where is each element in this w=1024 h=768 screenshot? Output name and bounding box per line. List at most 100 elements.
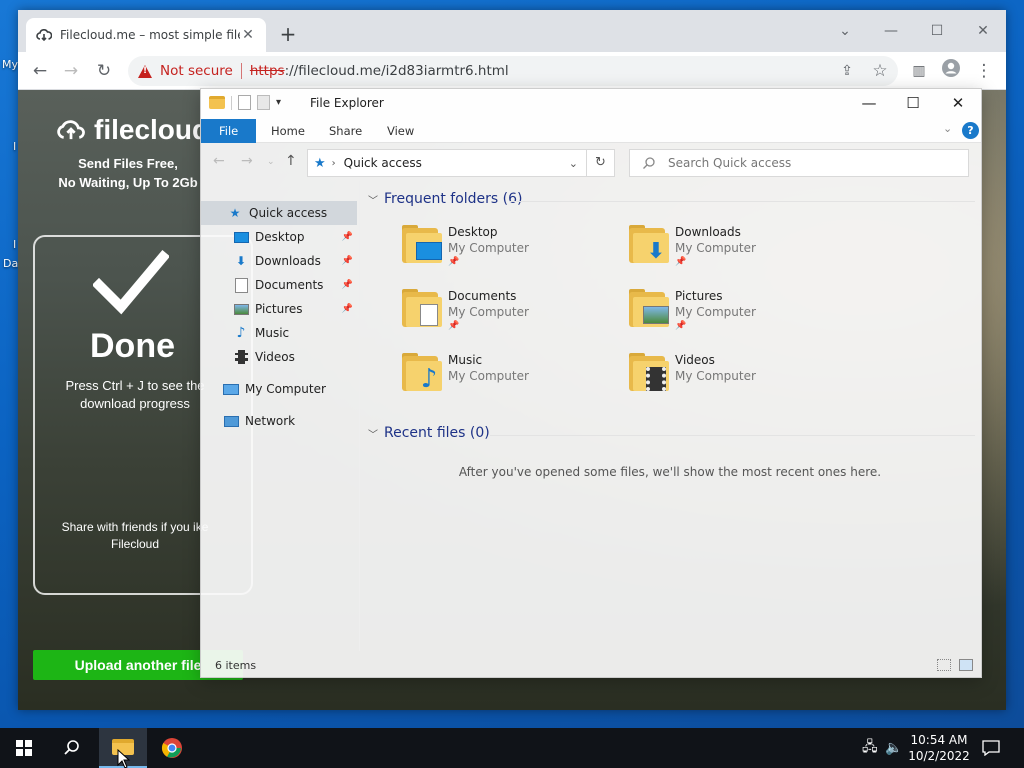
close-button[interactable]: ✕ — [935, 89, 981, 119]
menu-icon[interactable]: ⋮ — [971, 58, 997, 84]
nav-item-network[interactable]: Network — [201, 409, 357, 433]
section-title: Recent files (0) — [384, 425, 490, 441]
breadcrumb-chevron-icon[interactable]: › — [332, 158, 336, 169]
start-button[interactable] — [0, 728, 48, 768]
nav-label: Documents — [255, 278, 324, 292]
address-dropdown-icon[interactable]: ⌄ — [569, 157, 578, 170]
tab-share[interactable]: Share — [315, 119, 376, 143]
cloud-download-icon — [36, 29, 52, 42]
minimize-button[interactable]: — — [846, 89, 892, 119]
explorer-address-bar[interactable]: ★ › Quick access ⌄ — [307, 149, 587, 177]
share-text: Share with friends if you ike Filecloud — [61, 520, 209, 551]
security-label[interactable]: Not secure — [160, 63, 233, 79]
nav-item-documents[interactable]: Documents 📌 — [201, 273, 357, 297]
star-icon: ★ — [229, 206, 241, 220]
new-folder-icon[interactable] — [257, 95, 270, 110]
share-icon[interactable]: ⇪ — [834, 58, 860, 84]
forward-button[interactable]: → — [58, 58, 84, 84]
quick-access-toolbar: ▾ — [209, 95, 281, 110]
new-tab-button[interactable]: + — [276, 23, 300, 47]
network-icon — [223, 414, 239, 428]
folder-name: Documents — [448, 289, 517, 303]
chevron-down-icon: ﹀ — [368, 195, 378, 207]
tagline: Send Files Free, No Waiting, Up To 2Gb — [48, 154, 208, 192]
desktop-icon-label[interactable]: Da — [3, 257, 18, 270]
network-tray-icon[interactable]: 🖧 — [862, 728, 878, 768]
address-bar[interactable]: Not secure https ://filecloud.me/i2d83ia… — [128, 56, 898, 86]
tab-close-icon[interactable]: ✕ — [240, 27, 256, 43]
pin-icon: 📌 — [341, 280, 353, 290]
expand-ribbon-icon[interactable]: ⌄ — [943, 122, 952, 135]
large-icons-view-icon[interactable] — [959, 659, 973, 671]
recent-locations-icon[interactable]: ⌄ — [267, 157, 275, 167]
nav-item-quick-access[interactable]: ★ Quick access — [201, 201, 357, 225]
folder-name: Desktop — [448, 225, 498, 239]
folder-tile-videos[interactable]: Videos My Computer — [629, 351, 839, 405]
search-input[interactable]: Search Quick access — [629, 149, 969, 177]
refresh-button[interactable]: ↻ — [587, 149, 615, 177]
back-button[interactable]: ← — [27, 58, 53, 84]
desktop-icon-label[interactable]: My — [2, 58, 18, 71]
notifications-icon[interactable] — [982, 728, 1000, 768]
details-view-icon[interactable] — [937, 659, 951, 671]
desktop-icon-label[interactable]: I — [13, 238, 16, 251]
search-button[interactable] — [48, 728, 96, 768]
folder-tile-documents[interactable]: Documents My Computer 📌 — [402, 287, 612, 341]
windows-logo-icon — [16, 740, 32, 756]
nav-item-desktop[interactable]: Desktop 📌 — [201, 225, 357, 249]
close-button[interactable]: ✕ — [960, 16, 1006, 46]
nav-item-music[interactable]: ♪ Music — [201, 321, 357, 345]
nav-item-videos[interactable]: Videos — [201, 345, 357, 369]
nav-label: Network — [245, 414, 296, 428]
nav-item-my-computer[interactable]: My Computer — [201, 377, 357, 401]
maximize-button[interactable]: ☐ — [890, 89, 936, 119]
up-button[interactable]: ↑ — [285, 153, 297, 169]
desktop-icon-label[interactable]: I — [13, 140, 16, 153]
recent-empty-message: After you've opened some files, we'll sh… — [458, 465, 882, 479]
folder-tile-music[interactable]: ♪ Music My Computer — [402, 351, 612, 405]
warning-icon — [138, 64, 152, 78]
divider — [510, 201, 975, 202]
nav-item-pictures[interactable]: Pictures 📌 — [201, 297, 357, 321]
folder-icon[interactable] — [209, 96, 225, 109]
recent-files-header[interactable]: ﹀ Recent files (0) — [368, 425, 490, 441]
clock-date: 10/2/2022 — [908, 749, 970, 763]
chevron-down-icon[interactable]: ⌄ — [822, 16, 868, 46]
bookmark-star-icon[interactable]: ☆ — [867, 58, 893, 84]
minimize-button[interactable]: — — [868, 16, 914, 46]
folder-tile-desktop[interactable]: Desktop My Computer 📌 — [402, 223, 612, 277]
profile-avatar[interactable] — [938, 58, 964, 84]
folder-tile-pictures[interactable]: Pictures My Computer 📌 — [629, 287, 839, 341]
nav-label: My Computer — [245, 382, 326, 396]
search-icon — [643, 157, 655, 169]
nav-label: Downloads — [255, 254, 321, 268]
properties-icon[interactable] — [238, 95, 251, 110]
tab-view[interactable]: View — [373, 119, 428, 143]
customize-dropdown-icon[interactable]: ▾ — [276, 97, 281, 108]
tab-file[interactable]: File — [201, 119, 257, 143]
side-panel-icon[interactable]: ▥ — [906, 58, 932, 84]
back-button[interactable]: ← — [213, 153, 225, 169]
documents-folder-icon — [402, 289, 442, 327]
frequent-folders-header[interactable]: ﹀ Frequent folders (6) — [368, 191, 523, 207]
download-icon: ⬇ — [235, 254, 247, 268]
tagline-line: Send Files Free, — [78, 156, 178, 171]
pin-icon: 📌 — [675, 257, 687, 267]
folder-tile-downloads[interactable]: ⬇ Downloads My Computer 📌 — [629, 223, 839, 277]
pictures-icon — [233, 302, 249, 316]
reload-button[interactable]: ↻ — [91, 58, 117, 84]
nav-item-downloads[interactable]: ⬇ Downloads 📌 — [201, 249, 357, 273]
maximize-button[interactable]: ☐ — [914, 16, 960, 46]
forward-button[interactable]: → — [241, 153, 253, 169]
clock[interactable]: 10:54 AM 10/2/2022 — [906, 732, 972, 764]
volume-tray-icon[interactable]: 🔈 — [885, 728, 902, 768]
music-icon: ♪ — [236, 325, 246, 341]
browser-tab[interactable]: Filecloud.me – most simple file sh ✕ — [26, 18, 266, 52]
tab-home[interactable]: Home — [257, 119, 319, 143]
nav-label: Quick access — [249, 206, 328, 220]
chrome-taskbar-button[interactable] — [148, 728, 196, 768]
videos-icon — [233, 350, 249, 364]
help-icon[interactable]: ? — [962, 122, 979, 139]
filecloud-logo[interactable]: filecloud — [54, 114, 209, 146]
computer-icon — [223, 382, 239, 396]
